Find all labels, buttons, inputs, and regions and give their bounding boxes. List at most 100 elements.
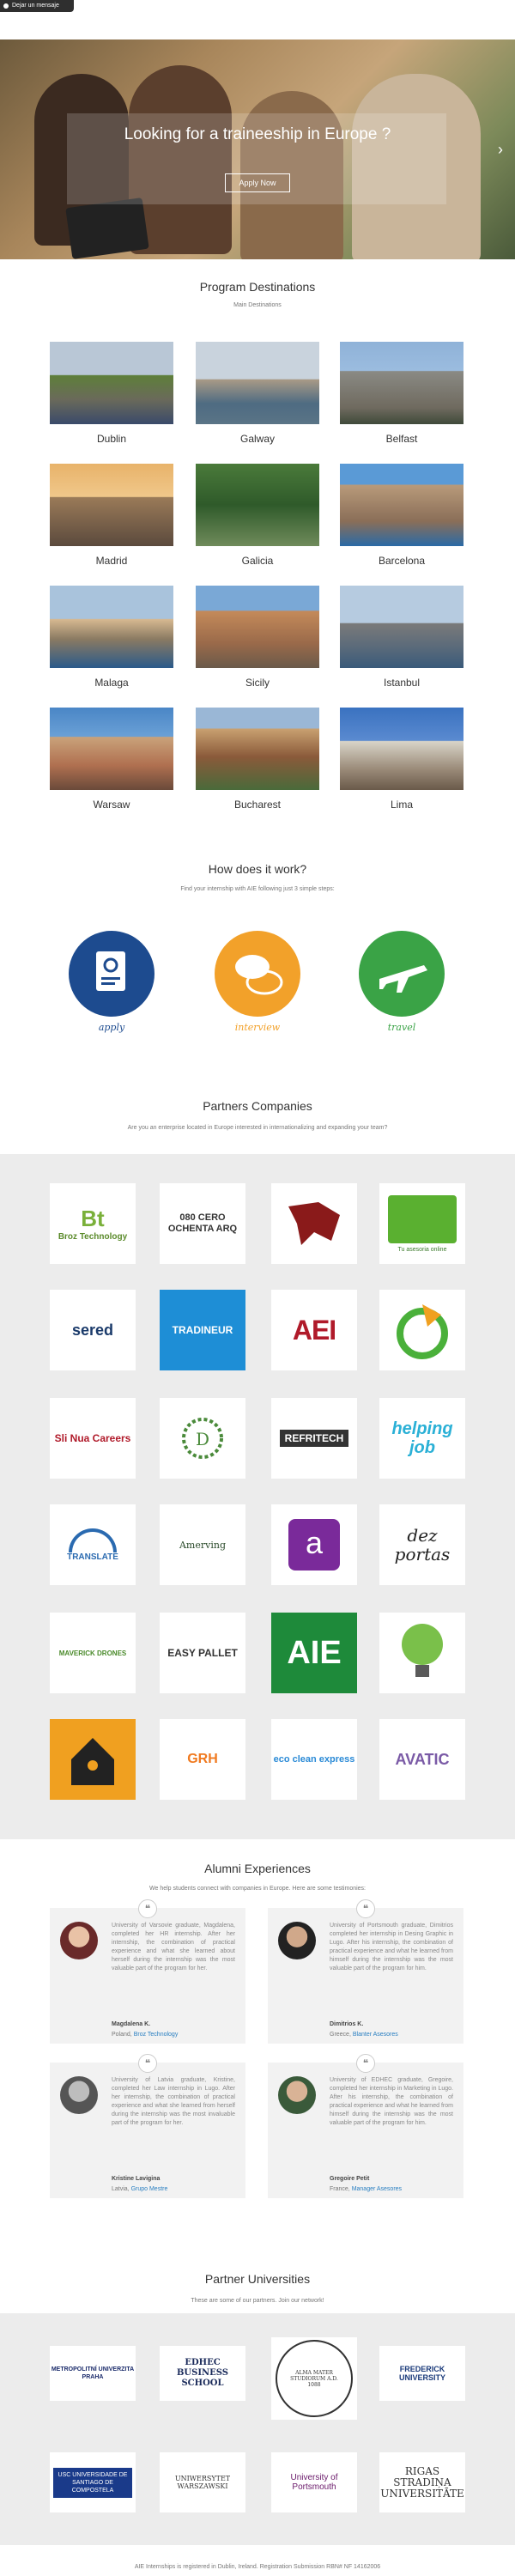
destination-card[interactable]: Barcelona: [340, 464, 464, 567]
destination-card[interactable]: Galicia: [196, 464, 319, 567]
svg-text:D: D: [196, 1429, 209, 1449]
testimonial-location: Greece, Blanter Asesores: [330, 2032, 398, 2038]
hero-title: Looking for a traineeship in Europe ?: [124, 125, 391, 143]
destination-card[interactable]: Bucharest: [196, 708, 319, 811]
destinations-title: Program Destinations: [199, 280, 316, 294]
destination-label: Lima: [390, 799, 413, 811]
avatar: [278, 2076, 316, 2114]
destination-label: Madrid: [95, 555, 128, 567]
destination-label: Malaga: [94, 677, 129, 689]
testimonial-name: Gregoire Petit: [330, 2176, 370, 2182]
university-logo[interactable]: USC UNIVERSIDADE DE SANTIAGO DE COMPOSTE…: [50, 2452, 136, 2512]
quote-icon: ❝: [356, 2054, 375, 2073]
partner-logo[interactable]: GRH: [160, 1719, 245, 1800]
partner-logo[interactable]: AIE: [271, 1613, 357, 1693]
apply-now-button[interactable]: Apply Now: [225, 173, 290, 192]
partner-logo[interactable]: MAVERICK DRONES: [50, 1613, 136, 1693]
destination-label: Belfast: [385, 433, 418, 445]
leave-message-label: Dejar un mensaje: [12, 3, 59, 9]
partner-logo[interactable]: [379, 1613, 465, 1693]
destination-label: Bucharest: [233, 799, 282, 811]
company-link[interactable]: Blanter Asesores: [353, 2032, 398, 2038]
university-logo[interactable]: University of Portsmouth: [271, 2452, 357, 2512]
travel-step-icon: [359, 931, 445, 1017]
partner-logo[interactable]: Sli Nua Careers: [50, 1398, 136, 1479]
partner-logo[interactable]: Tu asesoria online: [379, 1183, 465, 1264]
partner-logo[interactable]: eco clean express: [271, 1719, 357, 1800]
interview-step-icon: [215, 931, 300, 1017]
destination-card[interactable]: Malaga: [50, 586, 173, 689]
leave-message-button[interactable]: Dejar un mensaje: [0, 0, 74, 12]
testimonial-location: France, Manager Asesores: [330, 2186, 403, 2192]
how-subtitle: Find your internship with AIE following …: [180, 886, 335, 892]
destination-card[interactable]: Belfast: [340, 342, 464, 445]
testimonial-text: University of Portsmouth graduate, Dimit…: [330, 1923, 453, 1971]
partner-logo[interactable]: D: [160, 1398, 245, 1479]
university-logo[interactable]: ALMA MATER STUDIORUM A.D. 1088: [271, 2337, 357, 2420]
university-logo[interactable]: FREDERICK UNIVERSITY: [379, 2346, 465, 2401]
testimonial-name: Kristine Lavigina: [112, 2176, 161, 2182]
testimonial-card: ❝ University of EDHEC graduate, Gregoire…: [268, 2054, 464, 2198]
partner-logo[interactable]: REFRITECH: [271, 1398, 357, 1479]
partners-title: Partners Companies: [203, 1099, 312, 1113]
page: Dejar un mensaje Looking for a traineesh…: [0, 0, 515, 2576]
testimonial-text: University of Varsovie graduate, Magdale…: [112, 1923, 235, 1971]
partner-logo[interactable]: helping job: [379, 1398, 465, 1479]
university-logo[interactable]: RIGAS STRADIŅA UNIVERSITĀTE: [379, 2452, 465, 2512]
partner-logo[interactable]: TRANSLATE: [50, 1504, 136, 1585]
company-link[interactable]: Grupo Mestre: [131, 2186, 168, 2192]
partner-logo[interactable]: sered: [50, 1290, 136, 1370]
university-logo[interactable]: EDHEC BUSINESS SCHOOL: [160, 2346, 245, 2401]
university-logo[interactable]: UNIWERSYTET WARSZAWSKI: [160, 2452, 245, 2512]
destination-label: Barcelona: [378, 555, 426, 567]
quote-icon: ❝: [356, 1899, 375, 1918]
partners-subtitle: Are you an enterprise located in Europe …: [127, 1125, 388, 1131]
partner-logo[interactable]: Amerving: [160, 1504, 245, 1585]
destination-card[interactable]: Galway: [196, 342, 319, 445]
destination-label: Dublin: [96, 433, 127, 445]
destination-card[interactable]: Istanbul: [340, 586, 464, 689]
partner-logo[interactable]: [50, 1719, 136, 1800]
partner-logo[interactable]: [271, 1183, 357, 1264]
apply-step-icon: [69, 931, 154, 1017]
testimonial-text: University of Latvia graduate, Kristine,…: [112, 2077, 235, 2126]
avatar: [60, 1922, 98, 1959]
destinations-subtitle: Main Destinations: [233, 302, 282, 308]
interview-step-label: interview: [234, 1022, 281, 1033]
destination-card[interactable]: Sicily: [196, 586, 319, 689]
company-link[interactable]: Broz Technology: [134, 2032, 179, 2038]
how-title: How does it work?: [208, 862, 307, 876]
partner-logo[interactable]: AEI: [271, 1290, 357, 1370]
destination-label: Warsaw: [93, 799, 130, 811]
destination-label: Galicia: [241, 555, 274, 567]
universities-subtitle: These are some of our partners. Join our…: [191, 2298, 324, 2304]
alumni-subtitle: We help students connect with companies …: [149, 1886, 366, 1892]
partner-logo[interactable]: Bt Broz Technology: [50, 1183, 136, 1264]
destination-card[interactable]: Warsaw: [50, 708, 173, 811]
testimonial-card: ❝ University of Portsmouth graduate, Dim…: [268, 1899, 464, 2044]
partner-logo[interactable]: [379, 1290, 465, 1370]
avatar: [60, 2076, 98, 2114]
partner-logo[interactable]: EASY PALLET: [160, 1613, 245, 1693]
footer-text: AIE Internships is registered in Dublin,…: [134, 2564, 381, 2570]
chat-icon: [3, 3, 9, 9]
partner-logo[interactable]: dez portas: [379, 1504, 465, 1585]
university-logo[interactable]: METROPOLITNÍ UNIVERZITA PRAHA: [50, 2346, 136, 2401]
destination-card[interactable]: Lima: [340, 708, 464, 811]
destination-card[interactable]: Dublin: [50, 342, 173, 445]
apply-step-label: apply: [98, 1022, 125, 1033]
testimonial-location: Poland, Broz Technology: [112, 2032, 179, 2038]
universities-title: Partner Universities: [204, 2272, 311, 2286]
next-slide-icon[interactable]: ›: [498, 141, 503, 159]
partner-logo[interactable]: a: [271, 1504, 357, 1585]
testimonial-name: Dimitrios K.: [330, 2021, 364, 2027]
partner-logo[interactable]: AVATIC: [379, 1719, 465, 1800]
quote-icon: ❝: [138, 2054, 157, 2073]
company-link[interactable]: Manager Asesores: [352, 2186, 402, 2192]
alumni-title: Alumni Experiences: [204, 1862, 311, 1875]
partner-logo[interactable]: 080 CERO OCHENTA ARQ: [160, 1183, 245, 1264]
partner-logo[interactable]: TRADINEUR: [160, 1290, 245, 1370]
avatar: [278, 1922, 316, 1959]
destination-card[interactable]: Madrid: [50, 464, 173, 567]
testimonial-card: ❝ University of Latvia graduate, Kristin…: [50, 2054, 245, 2198]
